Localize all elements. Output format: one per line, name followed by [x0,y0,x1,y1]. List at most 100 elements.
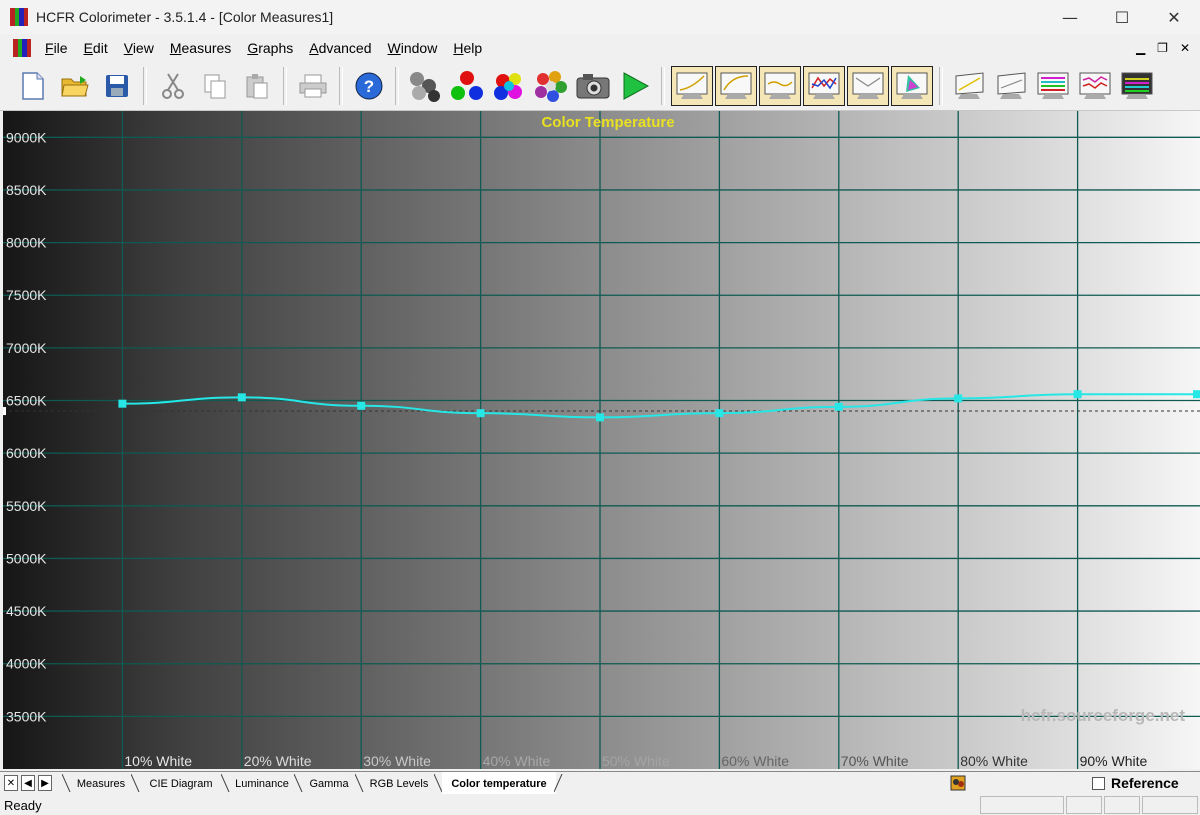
close-button[interactable]: ✕ [1148,0,1200,34]
measure-all-icon[interactable] [531,66,571,106]
delta-e-graph-icon[interactable] [847,66,889,106]
x-tick-label: 40% White [483,753,551,769]
measures-grid-icon[interactable] [1117,66,1157,106]
minimize-button[interactable]: — [1044,0,1096,34]
tab-rgb-levels[interactable]: RGB Levels [363,772,435,794]
cut-icon[interactable] [153,66,193,106]
theater-masks-icon [950,775,966,791]
window-title: HCFR Colorimeter - 3.5.1.4 - [Color Meas… [36,9,334,25]
print-icon[interactable] [293,66,333,106]
color-temperature-chart: 9000K 8500K 8000K 7500K 7000K 6500K 6000K 5500K… [3,111,1200,769]
luminance-graph-icon[interactable] [671,66,713,106]
saturation-shift-icon[interactable] [991,66,1031,106]
app-icon [10,8,28,26]
x-tick-label: 30% White [363,753,431,769]
data-point[interactable] [237,393,246,402]
data-point[interactable] [357,401,366,410]
tab-cie-diagram[interactable]: CIE Diagram [140,772,222,794]
document-icon[interactable] [13,39,31,57]
status-pane [1142,796,1198,814]
play-icon[interactable] [615,66,655,106]
status-pane [1066,796,1102,814]
reference-marker [3,407,6,416]
y-tick-label: 7000K [6,340,47,356]
tab-luminance[interactable]: Luminance [229,772,295,794]
y-tick-label: 7500K [6,287,47,303]
gamma-graph-icon[interactable] [715,66,757,106]
mdi-restore-button[interactable]: ❐ [1157,41,1168,55]
data-point[interactable] [715,409,724,418]
x-tick-label: 70% White [841,753,909,769]
camera-icon[interactable] [573,66,613,106]
y-tick-label: 6500K [6,393,47,409]
x-tick-label: 80% White [960,753,1028,769]
tab-color-temperature[interactable]: Color temperature [442,772,556,794]
saturation-luminance-icon[interactable] [949,66,989,106]
tab-next-button[interactable]: ▶ [38,775,52,791]
svg-text:?: ? [364,77,374,96]
menu-help[interactable]: Help [445,40,490,56]
menu-advanced[interactable]: Advanced [301,40,379,56]
tab-gamma[interactable]: Gamma [302,772,356,794]
x-tick-label: 90% White [1080,753,1148,769]
reference-label: Reference [1111,775,1179,791]
data-point[interactable] [118,399,127,408]
status-pane [980,796,1064,814]
data-point[interactable] [954,394,963,403]
help-icon[interactable]: ? [349,66,389,106]
mdi-minimize-button[interactable]: ▁ [1136,41,1145,55]
tab-bar: ✕ ◀ ▶ Measures CIE Diagram Luminance Gam… [0,771,1200,796]
rgb-multi-graph-icon[interactable] [1075,66,1115,106]
measure-grays-icon[interactable] [405,66,445,106]
data-point[interactable] [596,413,604,422]
status-pane [1104,796,1140,814]
color-temp-graph-icon[interactable] [803,66,845,106]
x-tick-label: 10% White [124,753,192,769]
close-tab-button[interactable]: ✕ [4,775,18,791]
measure-primaries-icon[interactable] [447,66,487,106]
measure-secondaries-icon[interactable] [489,66,529,106]
maximize-button[interactable]: ☐ [1096,0,1148,34]
tab-prev-button[interactable]: ◀ [21,775,35,791]
watermark: hcfr.sourceforge.net [1021,706,1186,725]
chart-background [3,111,1200,769]
menu-window[interactable]: Window [380,40,446,56]
copy-icon[interactable] [195,66,235,106]
data-point[interactable] [834,402,843,411]
chart-svg: 9000K 8500K 8000K 7500K 7000K 6500K 6000K 5500K… [3,111,1200,769]
menu-file[interactable]: File [37,40,76,56]
data-point[interactable] [1193,390,1200,399]
title-bar: HCFR Colorimeter - 3.5.1.4 - [Color Meas… [0,0,1200,34]
mdi-close-button[interactable]: ✕ [1180,41,1190,55]
y-tick-label: 6000K [6,445,47,461]
y-tick-label: 3500K [6,708,47,724]
status-text: Ready [4,798,42,813]
open-folder-icon[interactable] [55,66,95,106]
status-bar: Ready [0,796,1200,815]
x-tick-label: 20% White [244,753,312,769]
rgb-levels-graph-icon[interactable] [759,66,801,106]
y-tick-label: 4500K [6,603,47,619]
color-checker-icon[interactable] [1033,66,1073,106]
toolbar: ? [0,62,1200,111]
cie-diagram-icon[interactable] [891,66,933,106]
y-tick-label: 8500K [6,182,47,198]
new-document-icon[interactable] [13,66,53,106]
y-tick-label: 5000K [6,550,47,566]
y-tick-label: 4000K [6,656,47,672]
menu-edit[interactable]: Edit [76,40,116,56]
save-icon[interactable] [97,66,137,106]
menu-graphs[interactable]: Graphs [239,40,301,56]
x-tick-label: 60% White [721,753,789,769]
tab-measures[interactable]: Measures [70,772,132,794]
paste-icon[interactable] [237,66,277,106]
menu-view[interactable]: View [116,40,162,56]
x-tick-label: 50% White [602,753,670,769]
y-tick-label: 8000K [6,235,47,251]
data-point[interactable] [1073,390,1082,399]
reference-checkbox[interactable] [1092,777,1105,790]
menu-bar: File Edit View Measures Graphs Advanced … [0,36,1200,60]
data-point[interactable] [476,409,485,418]
menu-measures[interactable]: Measures [162,40,239,56]
tab-divider [554,774,563,793]
